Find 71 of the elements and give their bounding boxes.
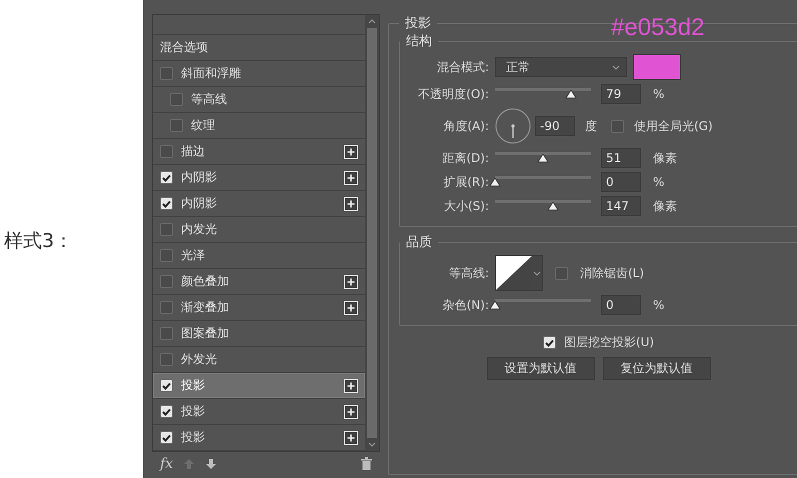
- checkbox[interactable]: [160, 327, 173, 340]
- plus-icon[interactable]: [344, 404, 358, 418]
- chevron-down-icon[interactable]: [612, 64, 620, 70]
- checkbox-label: 消除锯齿(L): [580, 264, 644, 282]
- checkbox[interactable]: [160, 171, 173, 184]
- input-field[interactable]: 147: [601, 196, 641, 216]
- trash-icon[interactable]: [361, 457, 372, 470]
- checkbox[interactable]: [160, 431, 173, 444]
- slider-thumb[interactable]: [489, 301, 501, 310]
- field-label: 杂色(N):: [442, 296, 490, 314]
- input-field[interactable]: 0: [601, 172, 641, 192]
- field-label: 大小(S):: [442, 198, 490, 214]
- plus-icon[interactable]: [344, 144, 358, 158]
- field-label: 角度(A):: [442, 118, 490, 134]
- arrow-down-icon[interactable]: [205, 458, 218, 470]
- plus-icon[interactable]: [344, 170, 358, 184]
- color-code-annotation: #e053d2: [611, 14, 704, 42]
- unit-label: 像素: [652, 198, 678, 214]
- input-field[interactable]: 0: [601, 295, 641, 315]
- checkbox[interactable]: [160, 301, 173, 314]
- checkbox[interactable]: [160, 405, 173, 418]
- checkbox[interactable]: [611, 120, 624, 132]
- group-title: 结构: [405, 33, 433, 50]
- style-label: 样式3：: [4, 229, 74, 254]
- slider-thumb[interactable]: [489, 178, 501, 187]
- checkbox[interactable]: [542, 336, 556, 349]
- default-button[interactable]: 设置为默认值: [486, 357, 594, 380]
- field-label: 扩展(R):: [442, 174, 490, 190]
- color-swatch[interactable]: [633, 54, 681, 80]
- field-label: 距离(D):: [441, 150, 490, 166]
- checkbox[interactable]: [160, 275, 173, 288]
- angle-dial[interactable]: [495, 108, 531, 144]
- contour-picker[interactable]: [495, 255, 543, 291]
- fx-button[interactable]: fx: [160, 456, 174, 472]
- input-field[interactable]: 51: [601, 148, 641, 168]
- checkbox[interactable]: [160, 145, 173, 158]
- checkbox-label: 图层挖空投影(U): [564, 334, 654, 351]
- chevron-down-icon[interactable]: [533, 270, 541, 276]
- unit-label: 像素: [652, 150, 678, 166]
- input-field[interactable]: 79: [601, 84, 641, 104]
- section-title: 投影: [404, 15, 432, 32]
- unit-label: %: [652, 175, 666, 189]
- unit-label: %: [652, 298, 666, 312]
- checkbox[interactable]: [160, 223, 173, 236]
- checkbox-label: 使用全局光(G): [633, 118, 713, 134]
- scrollbar[interactable]: [365, 15, 379, 451]
- default-button[interactable]: 复位为默认值: [602, 357, 710, 380]
- field-label: 等高线:: [448, 264, 490, 282]
- chevron-up-icon[interactable]: [368, 19, 376, 24]
- input-field[interactable]: -90: [535, 116, 575, 136]
- checkbox[interactable]: [160, 353, 173, 366]
- plus-icon[interactable]: [344, 300, 358, 314]
- blend-mode-dropdown[interactable]: 正常: [495, 57, 627, 77]
- plus-icon[interactable]: [344, 378, 358, 392]
- checkbox[interactable]: [170, 119, 183, 132]
- checkbox[interactable]: [170, 93, 183, 106]
- plus-icon[interactable]: [344, 196, 358, 210]
- plus-icon[interactable]: [344, 274, 358, 288]
- unit-label: %: [652, 87, 666, 101]
- checkbox[interactable]: [160, 67, 173, 80]
- checkbox[interactable]: [160, 249, 173, 262]
- checkbox[interactable]: [160, 379, 173, 392]
- checkbox[interactable]: [555, 266, 568, 280]
- field-label: 不透明度(O):: [417, 86, 490, 102]
- group-title: 品质: [405, 234, 433, 251]
- style-list-item[interactable]: 投影: [153, 373, 365, 399]
- plus-icon[interactable]: [344, 430, 358, 444]
- checkbox[interactable]: [160, 197, 173, 210]
- field-label: 混合模式:: [436, 58, 490, 76]
- chevron-down-icon[interactable]: [368, 442, 376, 447]
- unit-label: 度: [584, 118, 597, 134]
